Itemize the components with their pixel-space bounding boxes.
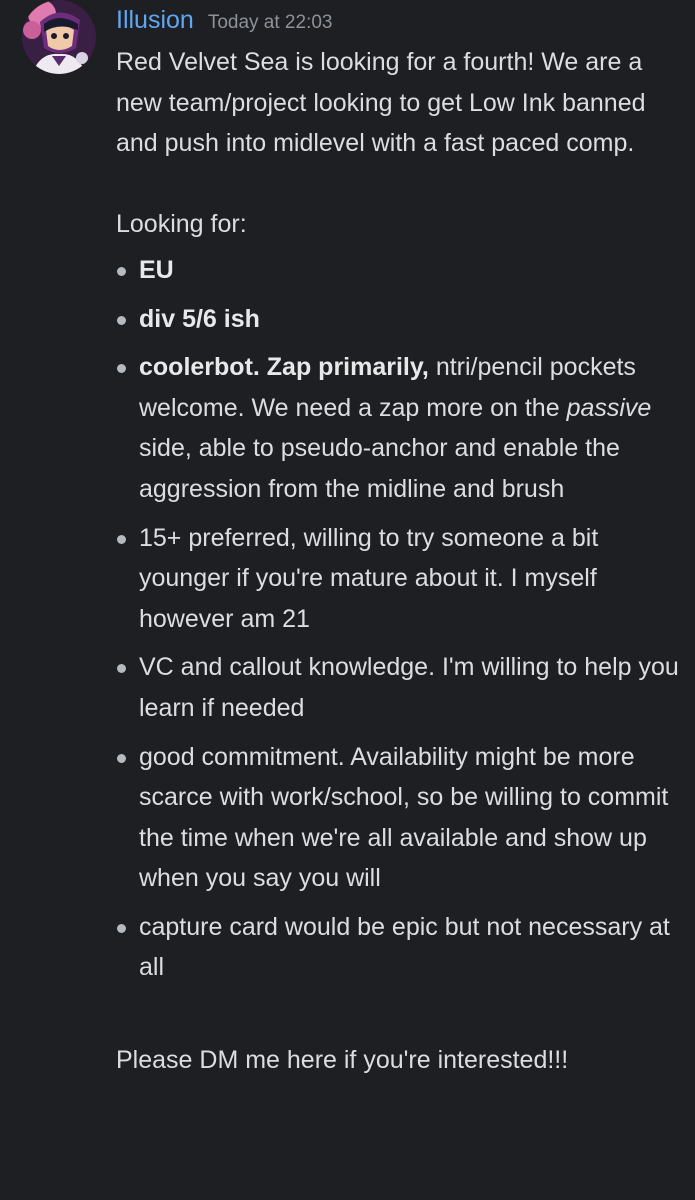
list-item: good commitment. Availability might be m…: [116, 737, 686, 899]
message-content: Illusion Today at 22:03 Red Velvet Sea i…: [116, 0, 686, 1081]
list-item-text: 15+ preferred, willing to try someone a …: [139, 523, 599, 633]
list-item: EU: [116, 250, 686, 291]
list-item-text: capture card would be epic but not neces…: [139, 912, 670, 982]
bullet-icon: [117, 315, 126, 325]
username[interactable]: Illusion: [116, 2, 194, 38]
list-item-italic: passive: [566, 393, 652, 422]
chat-message: Illusion Today at 22:03 Red Velvet Sea i…: [0, 0, 695, 1200]
user-avatar[interactable]: [22, 0, 96, 74]
bullet-icon: [117, 753, 126, 763]
list-item: coolerbot. Zap primarily, ntri/pencil po…: [116, 347, 686, 509]
bullet-icon: [117, 364, 126, 374]
list-item: 15+ preferred, willing to try someone a …: [116, 518, 686, 640]
message-header: Illusion Today at 22:03: [116, 0, 686, 42]
avatar-illustration-icon: [22, 0, 96, 74]
list-item-bold: coolerbot. Zap primarily,: [139, 353, 429, 382]
requirements-list: EU div 5/6 ish coolerbot. Zap primarily,…: [116, 250, 686, 988]
list-item-bold: div 5/6 ish: [139, 304, 260, 333]
list-item: div 5/6 ish: [116, 299, 686, 340]
bullet-icon: [117, 923, 126, 933]
list-item-text: good commitment. Availability might be m…: [139, 742, 669, 893]
list-item-text: side, able to pseudo-anchor and enable t…: [139, 434, 620, 503]
list-item-text: VC and callout knowledge. I'm willing to…: [139, 653, 679, 722]
bullet-icon: [117, 534, 126, 544]
bullet-icon: [117, 664, 126, 674]
list-item: VC and callout knowledge. I'm willing to…: [116, 647, 686, 728]
message-intro: Red Velvet Sea is looking for a fourth! …: [116, 48, 646, 158]
message-closing: Please DM me here if you're interested!!…: [116, 1046, 569, 1075]
timestamp: Today at 22:03: [207, 12, 333, 33]
bullet-icon: [117, 266, 126, 276]
looking-for-label: Looking for:: [116, 210, 247, 239]
list-item: capture card would be epic but not neces…: [116, 907, 686, 988]
list-item-bold: EU: [139, 255, 174, 284]
